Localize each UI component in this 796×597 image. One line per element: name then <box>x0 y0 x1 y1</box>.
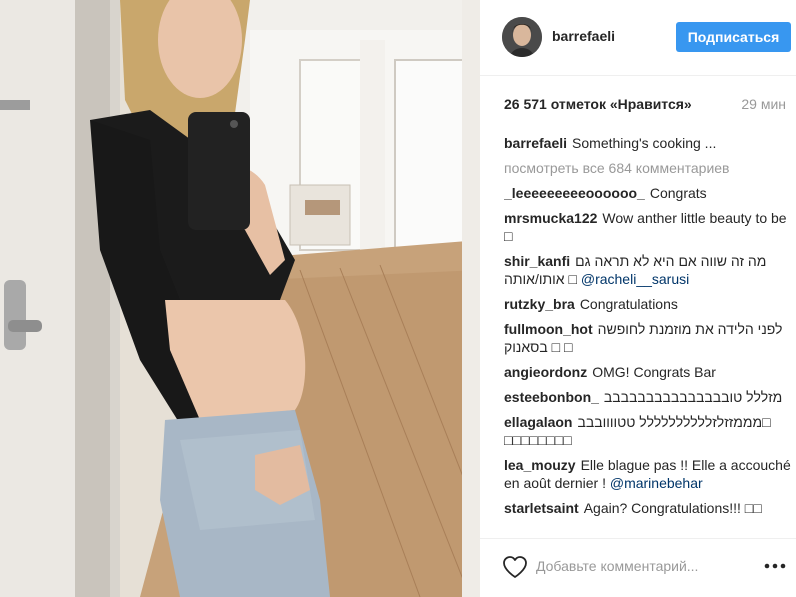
list-item: starletsaint Again? Congratulations!!! □□ <box>504 499 792 517</box>
post-stats: 26 571 отметок «Нравится» 29 мин <box>504 96 790 116</box>
comment-mention[interactable]: @racheli__sarusi <box>581 271 689 287</box>
avatar-image <box>502 17 542 57</box>
comment-text: Something's cooking ... <box>572 135 717 151</box>
likes-count[interactable]: 26 571 отметок «Нравится» <box>504 96 692 112</box>
comments-list: barrefaeli Something's cooking ... посмот… <box>504 134 792 534</box>
comment-text: מזללל טובבבבבבבבבבבבבבב <box>603 389 783 405</box>
comment-mention[interactable]: @marinebehar <box>610 475 703 491</box>
list-item: _leeeeeeeeeoooooo_ Congrats <box>504 184 792 202</box>
post-panel: barrefaeli Подписаться 26 571 отметок «Н… <box>480 0 796 597</box>
post-header: barrefaeli Подписаться <box>480 0 796 76</box>
comment-user[interactable]: fullmoon_hot <box>504 321 593 337</box>
comment-user[interactable]: starletsaint <box>504 500 579 516</box>
caption: barrefaeli Something's cooking ... <box>504 134 792 152</box>
post-footer <box>480 538 796 597</box>
comment-text: Congrats <box>649 185 707 201</box>
comment-user[interactable]: barrefaeli <box>504 135 567 151</box>
post-photo[interactable] <box>0 0 480 597</box>
list-item: mrsmucka122 Wow anther little beauty to b… <box>504 209 792 245</box>
comment-user[interactable]: angieordonz <box>504 364 587 380</box>
comment-text: Congratulations <box>579 296 678 312</box>
list-item: ellagalaon מממזזלזלללללללללל טטוווובבב□ □… <box>504 413 792 449</box>
list-item: fullmoon_hot לפני הלידה את מוזמנת לחופשה … <box>504 320 792 356</box>
follow-button[interactable]: Подписаться <box>676 22 791 52</box>
add-comment-input[interactable] <box>536 555 736 577</box>
comment-user[interactable]: _leeeeeeeeeoooooo_ <box>504 185 645 201</box>
comment-text: Again? Congratulations!!! □□ <box>583 500 762 516</box>
comment-text: OMG! Congrats Bar <box>592 364 716 380</box>
heart-icon[interactable] <box>502 555 528 579</box>
comment-user[interactable]: shir_kanfi <box>504 253 570 269</box>
comment-user[interactable]: mrsmucka122 <box>504 210 597 226</box>
comment-user[interactable]: rutzky_bra <box>504 296 575 312</box>
post-username[interactable]: barrefaeli <box>552 28 615 44</box>
post-photo-image <box>0 0 480 597</box>
comments-fade <box>504 520 792 534</box>
list-item: shir_kanfi מה זה שווה אם היא לא תראה גם א… <box>504 252 792 288</box>
list-item: lea_mouzy Elle blague pas !! Elle a accou… <box>504 456 792 492</box>
list-item: angieordonz OMG! Congrats Bar <box>504 363 792 381</box>
list-item: rutzky_bra Congratulations <box>504 295 792 313</box>
view-all-comments-link[interactable]: посмотреть все 684 комментариев <box>504 159 792 177</box>
list-item: esteebonbon_ מזללל טובבבבבבבבבבבבבבב <box>504 388 792 406</box>
post-time[interactable]: 29 мин <box>741 96 786 112</box>
more-options-icon[interactable] <box>762 555 788 577</box>
comment-user[interactable]: esteebonbon_ <box>504 389 599 405</box>
comment-user[interactable]: ellagalaon <box>504 414 572 430</box>
avatar[interactable] <box>502 17 542 57</box>
comment-user[interactable]: lea_mouzy <box>504 457 576 473</box>
